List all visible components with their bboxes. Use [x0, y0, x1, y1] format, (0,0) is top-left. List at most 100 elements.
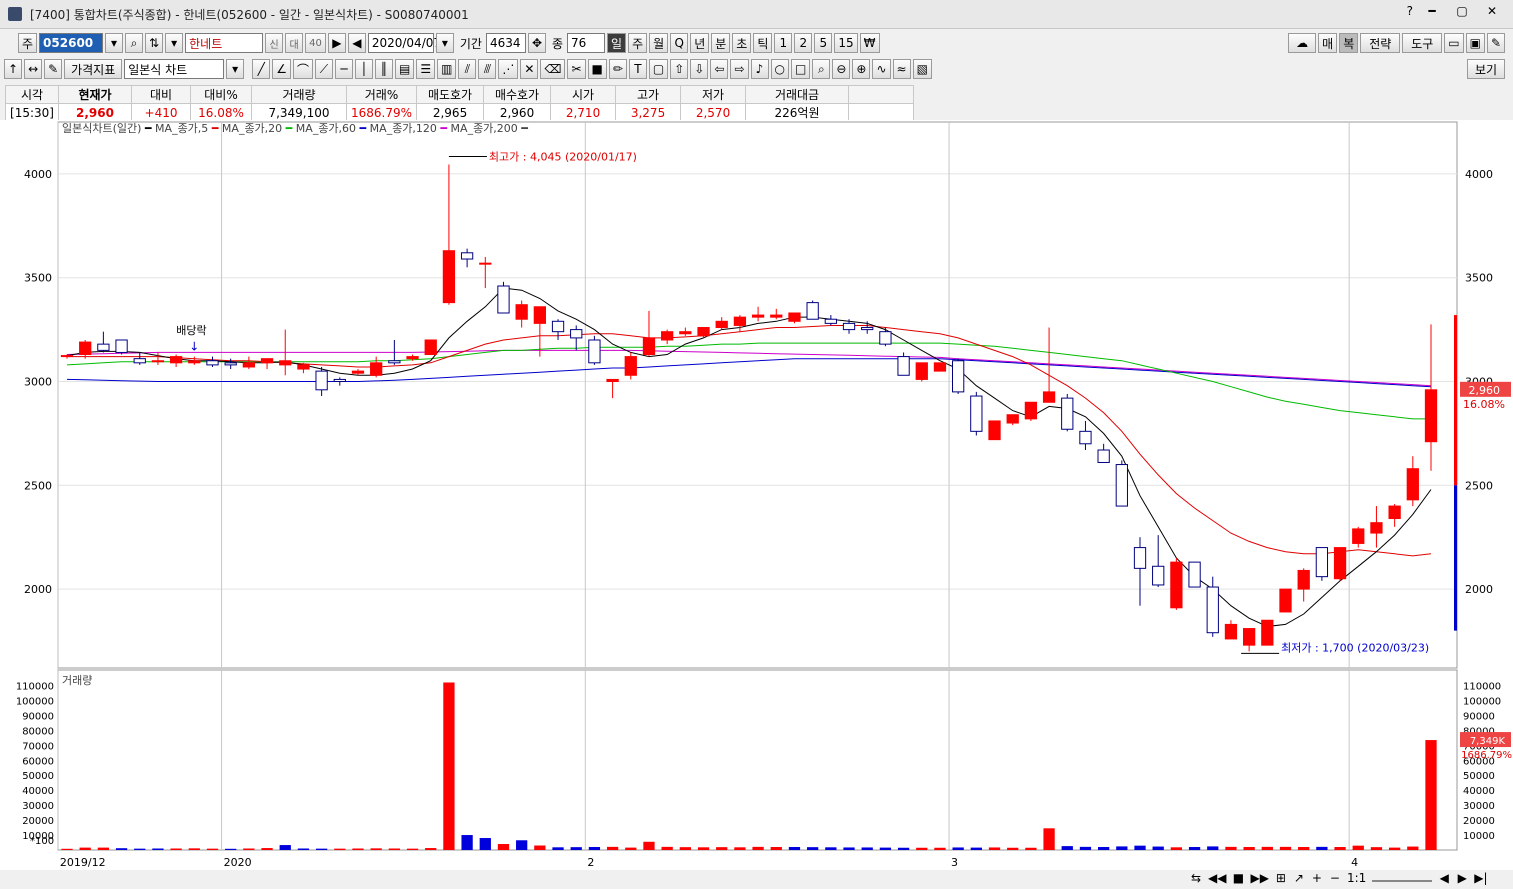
arrow-left-icon[interactable]: ⇦ [710, 59, 729, 79]
wave-icon[interactable]: ∿ [872, 59, 891, 79]
nav-grid-button[interactable]: ⊞ [1275, 871, 1287, 885]
nav-trend-button[interactable]: ↗ [1293, 871, 1305, 885]
bars-icon[interactable]: ▥ [437, 59, 457, 79]
next-icon[interactable]: ▶ [327, 33, 346, 53]
code-type-button[interactable]: 주 [18, 33, 38, 53]
chevron-down-icon[interactable]: ▾ [105, 33, 124, 53]
period-tick-button[interactable]: 틱 [753, 33, 773, 53]
gann-icon[interactable]: ⋰ [498, 59, 519, 79]
nav-last-button[interactable]: ▶▶ [1250, 871, 1268, 885]
zoom-slider[interactable] [1372, 874, 1433, 882]
currency-button[interactable]: ₩ [859, 33, 880, 53]
close-button[interactable]: ✕ [1481, 4, 1503, 18]
prev-icon[interactable]: ◀ [347, 33, 366, 53]
scroll-left-button[interactable]: ◀ [1438, 871, 1450, 885]
scroll-up-icon[interactable]: ↑ [4, 59, 23, 79]
interval-1-button[interactable]: 1 [774, 33, 793, 53]
tools-button[interactable]: 도구 [1402, 33, 1443, 53]
cloud-icon[interactable]: ☁ [1288, 33, 1317, 53]
note-icon[interactable]: ♪ [750, 59, 769, 79]
count-input[interactable]: 76 [567, 33, 606, 53]
interval-15-button[interactable]: 15 [834, 33, 858, 53]
period-second-button[interactable]: 초 [732, 33, 752, 53]
strategy-button[interactable]: 전략 [1360, 33, 1401, 53]
chart-area[interactable]: 2000200025002500300030003500350040004000… [0, 120, 1513, 870]
eraser-icon[interactable]: ⌫ [540, 59, 566, 79]
arrow-up-icon[interactable]: ⇧ [670, 59, 689, 79]
chevron-down-icon[interactable]: ▾ [165, 33, 184, 53]
period-minute-button[interactable]: 분 [711, 33, 731, 53]
trade-button[interactable]: 매 [1318, 33, 1338, 53]
folder-icon[interactable]: ▭ [1444, 33, 1464, 53]
chevron-down-icon[interactable]: ▾ [226, 59, 245, 79]
fan-icon[interactable]: ⟋ [314, 59, 333, 79]
quote-header: 시각 [5, 85, 59, 104]
candle-body [788, 312, 801, 322]
target-icon[interactable]: ⊕ [852, 59, 871, 79]
indicator-button[interactable]: 가격지표 [64, 59, 123, 79]
search-icon[interactable]: ⌕ [125, 33, 144, 53]
help-icon[interactable]: ? [1407, 4, 1413, 18]
multi-button[interactable]: 복 [1339, 33, 1359, 53]
zoom-reset-button[interactable]: 1:1 [1347, 871, 1366, 885]
x-tick-label: 2019/12 [60, 856, 106, 869]
image-icon[interactable]: ▧ [912, 59, 932, 79]
zoom-out-button[interactable]: − [1329, 871, 1341, 885]
save-icon[interactable]: ▣ [1465, 33, 1485, 53]
period-month-button[interactable]: 월 [649, 33, 669, 53]
date-input[interactable]: 2020/04/07 [367, 33, 441, 53]
minimize-button[interactable]: ━ [1421, 4, 1443, 18]
interval-2-button[interactable]: 2 [794, 33, 813, 53]
maximize-button[interactable]: ▢ [1451, 4, 1473, 18]
zoom-icon[interactable]: ⌕ [812, 59, 831, 79]
calendar-icon[interactable]: ▾ [435, 33, 454, 53]
cross-icon[interactable]: ✕ [520, 59, 539, 79]
zoom-in-button[interactable]: + [1311, 871, 1323, 885]
chart-legend: 일본식차트(일간) ━ MA_종가,5 ━ MA_종가,20 ━ MA_종가,6… [62, 121, 528, 135]
text-icon[interactable]: T [628, 59, 647, 79]
fibo-icon[interactable]: ⫻ [478, 59, 497, 79]
angle-icon[interactable]: ∠ [272, 59, 291, 79]
wrench-icon[interactable]: ✎ [1486, 33, 1505, 53]
channel-icon[interactable]: ⫽ [458, 59, 477, 79]
zoom-out-icon[interactable]: ⊖ [832, 59, 851, 79]
period-year-button[interactable]: 년 [690, 33, 710, 53]
nav-stop-button[interactable]: ■ [1232, 871, 1244, 885]
stock-name-field[interactable]: 한네트 [185, 33, 264, 53]
color-icon[interactable]: ■ [587, 59, 607, 79]
nav-first-button[interactable]: ◀◀ [1208, 871, 1226, 885]
stock-code-input[interactable]: 052600 [39, 33, 104, 53]
hline-icon[interactable]: ─ [334, 59, 353, 79]
arrow-down-icon[interactable]: ⇩ [690, 59, 709, 79]
interval-5-button[interactable]: 5 [814, 33, 833, 53]
vline-icon[interactable]: │ [354, 59, 373, 79]
chart-type-select[interactable]: 일본식 차트 [124, 59, 225, 79]
sort-icon[interactable]: ⇅ [145, 33, 164, 53]
scroll-end-button[interactable]: ▶| [1474, 871, 1487, 885]
scroll-right-button[interactable]: ▶ [1456, 871, 1468, 885]
period-day-button[interactable]: 일 [607, 33, 627, 53]
period-input[interactable]: 4634 [485, 33, 526, 53]
grid-icon[interactable]: ▤ [394, 59, 415, 79]
vlines-icon[interactable]: ║ [374, 59, 393, 79]
delete-icon[interactable]: ✂ [567, 59, 586, 79]
candle-body [1424, 389, 1438, 443]
arc-icon[interactable]: ⌒ [292, 59, 313, 79]
pen-icon[interactable]: ✏ [608, 59, 627, 79]
nav-sync-button[interactable]: ⇆ [1190, 871, 1202, 885]
edit-icon[interactable]: ✎ [44, 59, 63, 79]
period-quarter-button[interactable]: Q [670, 33, 689, 53]
circle-icon[interactable]: ○ [770, 59, 789, 79]
candle-body [224, 362, 237, 366]
move-icon[interactable]: ✥ [527, 33, 546, 53]
view-button[interactable]: 보기 [1467, 59, 1505, 79]
square-icon[interactable]: □ [791, 59, 811, 79]
oscillator-icon[interactable]: ≈ [892, 59, 911, 79]
rect-icon[interactable]: ▢ [648, 59, 669, 79]
hgrid-icon[interactable]: ☰ [416, 59, 436, 79]
expand-icon[interactable]: ↔ [24, 59, 43, 79]
arrow-right-icon[interactable]: ⇨ [730, 59, 749, 79]
volume-bar [388, 848, 400, 850]
period-week-button[interactable]: 주 [628, 33, 648, 53]
trendline-icon[interactable]: ╱ [252, 59, 271, 79]
